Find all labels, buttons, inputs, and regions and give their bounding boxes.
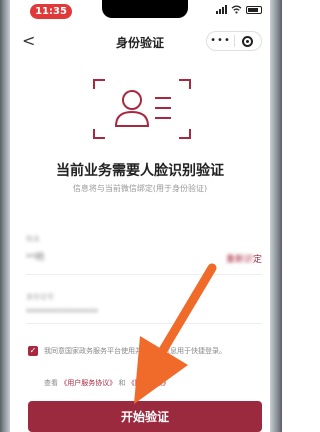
agreement-links: 查看 《用户服务协议》 和 《隐私政策》	[44, 378, 170, 388]
wifi-icon	[231, 5, 242, 14]
target-close-icon	[242, 35, 254, 47]
phone-bezel-left	[0, 0, 10, 432]
reidentify-blurred-text: 重新识	[225, 255, 253, 265]
privacy-policy-link[interactable]: 《隐私政策》	[128, 379, 170, 387]
agreement-text: 我同意国家政务服务平台使用并提交的信息用于快捷登录。	[44, 347, 226, 355]
name-label: 姓名	[26, 235, 40, 243]
phone-bezel-right	[270, 0, 282, 432]
agreement-checkbox[interactable]: ✓	[28, 346, 38, 356]
id-label: 身份证号	[26, 293, 54, 301]
close-mini-program-button[interactable]	[235, 35, 261, 47]
screen: 11:35 < 身份验证 ••• 当前业务需要人脸识别验证 信息将与当前微信绑定…	[10, 0, 270, 432]
identity-form: 姓名 **明 重新识定 身份证号 ****************	[26, 232, 262, 324]
name-value: **明	[26, 253, 45, 263]
status-time: 11:35	[30, 4, 72, 19]
reidentify-visible-text: 定	[252, 255, 262, 265]
start-verification-button[interactable]: 开始验证	[28, 401, 262, 432]
more-icon[interactable]: •••	[207, 32, 234, 50]
user-agreement-link[interactable]: 《用户服务协议》	[60, 379, 116, 387]
signal-icon	[216, 5, 227, 14]
view-prefix: 查看	[44, 379, 58, 387]
mini-program-capsule: •••	[206, 31, 262, 51]
and-text: 和	[118, 379, 126, 387]
field-divider	[26, 323, 262, 324]
face-scan-icon	[93, 79, 191, 139]
status-icons	[216, 5, 262, 14]
main-heading: 当前业务需要人脸识别验证	[56, 163, 224, 179]
sub-heading: 信息将与当前微信绑定(用于身份验证)	[72, 184, 208, 193]
status-bar: 11:35	[10, 0, 270, 22]
phone-frame: 11:35 < 身份验证 ••• 当前业务需要人脸识别验证 信息将与当前微信绑定…	[0, 0, 282, 432]
id-value: ****************	[26, 308, 98, 318]
reidentify-link[interactable]: 重新识定	[226, 252, 262, 265]
battery-icon	[246, 5, 262, 14]
camera-notch	[102, 0, 188, 18]
field-divider	[26, 274, 262, 275]
nav-bar: < 身份验证 •••	[10, 26, 270, 56]
